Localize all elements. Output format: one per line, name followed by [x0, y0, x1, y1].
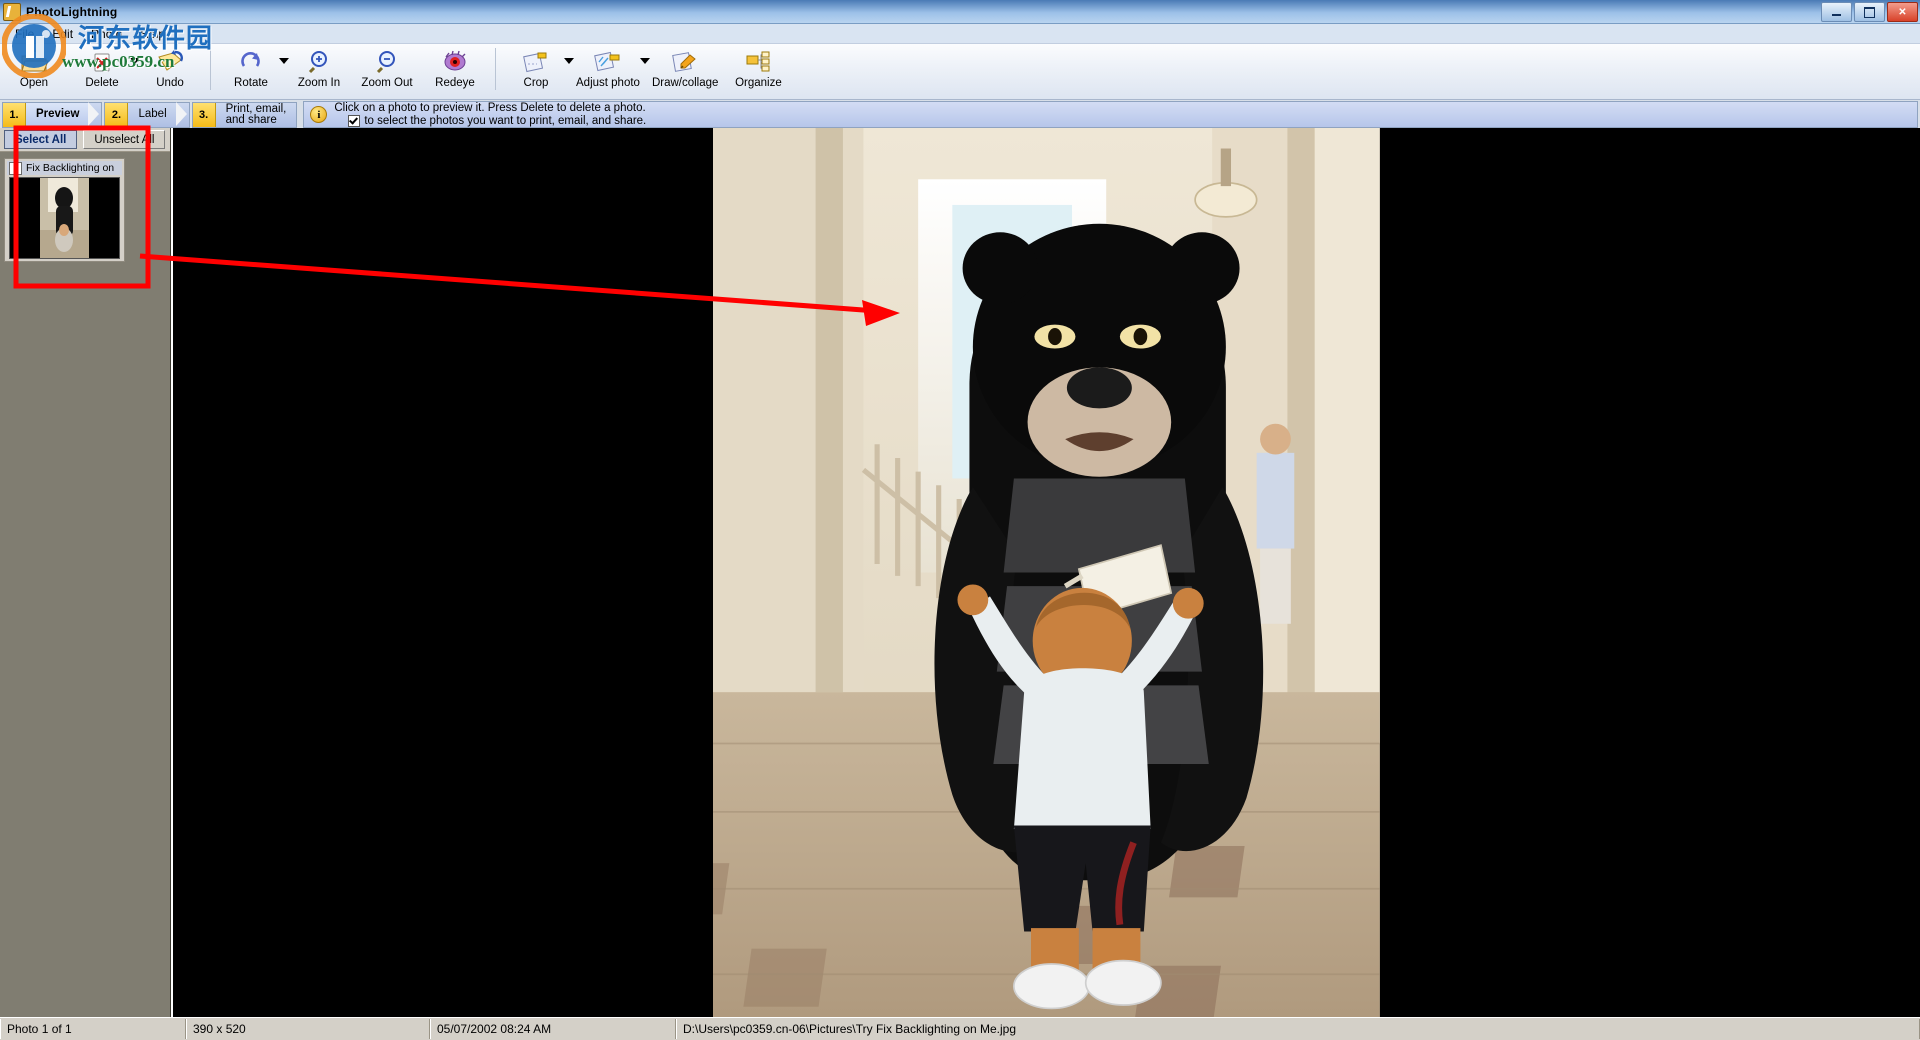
title-bar: PhotoLightning ✕	[0, 0, 1920, 24]
thumbnail-header: Fix Backlighting on	[7, 161, 122, 175]
adjust-photo-icon	[593, 48, 623, 76]
menu-item-photo[interactable]: Photo	[82, 26, 131, 42]
window-title: PhotoLightning	[26, 4, 118, 19]
organize-icon	[744, 48, 772, 76]
organize-label: Organize	[735, 77, 782, 89]
delete-button[interactable]: Delete	[68, 44, 140, 101]
step-label-label: Label	[138, 108, 167, 120]
toolbar-separator-2	[495, 48, 496, 90]
thumbnail-checkbox[interactable]	[9, 161, 22, 175]
app-lightning-icon	[3, 2, 21, 21]
crop-icon	[521, 48, 551, 76]
photolightning-window: PhotoLightning ✕ File Edit Photo Help Op…	[0, 0, 1920, 1040]
zoom-out-icon	[374, 48, 400, 76]
menu-item-edit[interactable]: Edit	[43, 26, 82, 42]
select-photos-checkbox[interactable]	[348, 115, 361, 127]
delete-label: Delete	[85, 77, 119, 89]
close-button[interactable]: ✕	[1887, 2, 1918, 22]
step-share-label: Print, email, and share	[225, 102, 287, 126]
rotate-button[interactable]: Rotate	[217, 44, 289, 101]
menu-bar: File Edit Photo Help	[0, 24, 1920, 44]
main-toolbar: Open Delete Undo Rotate Zoom In Zoom Out…	[0, 44, 1920, 100]
zoom-in-icon	[306, 48, 332, 76]
info-line-2: to select the photos you want to print, …	[364, 115, 647, 127]
unselect-all-button[interactable]: Unselect All	[83, 130, 166, 149]
step-print-email-share[interactable]: 3. Print, email, and share	[191, 101, 298, 128]
status-bar: Photo 1 of 1 390 x 520 05/07/2002 08:24 …	[0, 1017, 1920, 1040]
thumbnail-pane[interactable]: Fix Backlighting on	[0, 152, 170, 1017]
status-filepath: D:\Users\pc0359.cn-06\Pictures\Try Fix B…	[676, 1019, 1920, 1039]
rotate-icon	[238, 48, 264, 76]
step-label-number: 2.	[105, 102, 129, 127]
select-all-button[interactable]: Select All	[4, 130, 78, 149]
info-icon: i	[310, 106, 328, 123]
maximize-button[interactable]	[1854, 2, 1885, 22]
photo-preview-area[interactable]	[171, 128, 1920, 1017]
step-preview-number: 1.	[3, 102, 26, 127]
selection-toolbar: Select All Unselect All	[0, 128, 170, 152]
draw-collage-label: Draw/collage	[651, 77, 719, 89]
rotate-label: Rotate	[234, 77, 268, 89]
status-datetime: 05/07/2002 08:24 AM	[430, 1019, 676, 1039]
menu-item-file[interactable]: File	[6, 26, 43, 42]
select-all-label: Select All	[15, 133, 67, 146]
zoom-out-label: Zoom Out	[361, 77, 413, 89]
crop-label: Crop	[523, 77, 549, 89]
workflow-steps-bar: 1. Preview 2. Label 3. Print, email, and…	[0, 100, 1920, 128]
zoom-in-label: Zoom In	[297, 77, 341, 89]
menu-item-help[interactable]: Help	[131, 26, 174, 42]
delete-icon	[88, 48, 116, 76]
zoom-in-button[interactable]: Zoom In	[285, 44, 353, 101]
undo-icon	[155, 48, 185, 76]
info-text: Click on a photo to preview it. Press De…	[334, 102, 646, 127]
adjust-photo-button[interactable]: Adjust photo	[570, 44, 650, 101]
preview-photo[interactable]	[713, 128, 1380, 1017]
redeye-button[interactable]: Redeye	[421, 44, 489, 101]
open-button[interactable]: Open	[0, 44, 68, 101]
toolbar-separator-1	[210, 48, 211, 90]
step-share-number: 3.	[192, 102, 216, 127]
adjust-photo-label: Adjust photo	[576, 77, 640, 89]
organize-button[interactable]: Organize	[724, 44, 792, 101]
step-preview[interactable]: 1. Preview	[2, 101, 103, 128]
step-label-arrow-icon	[175, 101, 189, 127]
minimize-button[interactable]	[1821, 2, 1852, 22]
crop-button[interactable]: Crop	[502, 44, 574, 101]
redeye-label: Redeye	[435, 77, 475, 89]
thumbnail-caption: Fix Backlighting on	[26, 162, 115, 174]
status-photo-count: Photo 1 of 1	[0, 1019, 186, 1039]
draw-collage-button[interactable]: Draw/collage	[646, 44, 724, 101]
thumbnail-image[interactable]	[9, 177, 120, 259]
draw-collage-icon	[670, 48, 700, 76]
open-label: Open	[19, 77, 49, 89]
undo-label: Undo	[156, 77, 184, 89]
info-bar: i Click on a photo to preview it. Press …	[303, 101, 1918, 128]
thumbnail-item[interactable]: Fix Backlighting on	[4, 158, 125, 262]
unselect-all-label: Unselect All	[94, 133, 155, 146]
open-folder-icon	[19, 48, 49, 76]
step-preview-arrow-icon	[88, 101, 102, 127]
step-preview-label: Preview	[36, 108, 80, 120]
step-label[interactable]: 2. Label	[104, 101, 190, 128]
undo-button[interactable]: Undo	[136, 44, 204, 101]
zoom-out-button[interactable]: Zoom Out	[353, 44, 421, 101]
redeye-icon	[442, 48, 468, 76]
status-dimensions: 390 x 520	[186, 1019, 430, 1039]
info-line-1: Click on a photo to preview it. Press De…	[334, 102, 646, 114]
main-body: Select All Unselect All Fix Backlighting…	[0, 128, 1920, 1017]
photo-list-sidebar: Select All Unselect All Fix Backlighting…	[0, 128, 171, 1017]
window-controls: ✕	[1821, 2, 1918, 22]
